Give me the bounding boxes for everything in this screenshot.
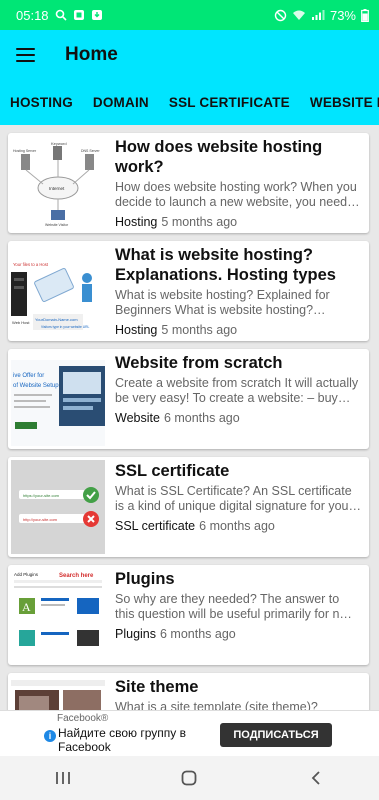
thumb-internet-label: Internet xyxy=(49,186,65,191)
post-time: 5 months ago xyxy=(161,215,238,229)
thumb-setup-label: of Website Setup xyxy=(13,383,59,389)
post-category[interactable]: Website xyxy=(115,411,160,425)
post-category[interactable]: Hosting xyxy=(115,215,157,229)
ad-subscribe-button[interactable]: ПОДПИСАТЬСЯ xyxy=(220,723,332,747)
tab-ssl-certificate[interactable]: SSL CERTIFICATE xyxy=(159,95,300,110)
tab-hosting[interactable]: HOSTING xyxy=(0,95,83,110)
post-title: SSL certificate xyxy=(115,462,230,480)
thumb-domain-label: YourDomain-Name.com xyxy=(35,317,78,322)
post-card[interactable]: Add Plugins Search here A Plugins So why… xyxy=(8,565,369,665)
thumb-hosting-server-label: Hosting Server xyxy=(13,149,37,153)
recent-apps-icon xyxy=(56,772,71,784)
thumb-dns-server-label: DNS Server xyxy=(81,149,101,153)
post-list: Keyword Hosting Server DNS Server Intern… xyxy=(0,125,379,710)
post-title: Website from scratch xyxy=(115,354,283,372)
plugins-image: Add Plugins Search here A xyxy=(11,568,105,662)
signal-icon xyxy=(311,10,325,20)
thumb-visitors-label: Visitors type in your website URL xyxy=(41,325,89,329)
post-meta: SSL certificate 6 months ago xyxy=(115,519,361,533)
post-thumbnail: Add Plugins Search here A xyxy=(11,568,105,662)
post-category[interactable]: Hosting xyxy=(115,323,157,337)
system-nav-bar xyxy=(0,756,379,800)
thumb-https-label: https://your-site.com xyxy=(23,493,60,498)
thumb-keyword-label: Keyword xyxy=(51,141,67,146)
status-time: 05:18 xyxy=(16,7,49,23)
post-thumbnail: Your files to a Host Web Host YourDomain… xyxy=(11,244,105,338)
post-category[interactable]: SSL certificate xyxy=(115,519,195,533)
theme-image xyxy=(11,676,105,710)
page-title: Home xyxy=(65,44,118,65)
status-bar: 05:18 73% xyxy=(0,0,379,30)
post-excerpt: So why are they needed? The answer to th… xyxy=(115,592,352,621)
battery-percent: 73% xyxy=(329,7,356,23)
post-thumbnail: ive Offer for of Website Setup xyxy=(11,352,105,446)
thumb-visitor-label: Website Visitor xyxy=(45,223,69,227)
hamburger-menu-icon[interactable] xyxy=(16,48,35,62)
post-card[interactable]: Keyword Hosting Server DNS Server Intern… xyxy=(8,133,369,233)
thumb-your-files-label: Your files to a Host xyxy=(13,262,49,267)
post-excerpt: Create a website from scratch It will ac… xyxy=(115,376,359,405)
post-meta: Hosting 5 months ago xyxy=(115,215,361,229)
back-icon xyxy=(311,771,320,785)
ssl-check-image: https://your-site.com http://your-site.c… xyxy=(11,460,105,554)
mute-icon xyxy=(274,9,287,21)
thumb-search-label: Search here xyxy=(59,573,94,579)
post-time: 6 months ago xyxy=(199,519,275,533)
hosting-diagram-image: Keyword Hosting Server DNS Server Intern… xyxy=(11,136,105,230)
download-notification-icon xyxy=(91,10,102,20)
post-excerpt: What is a site template (site theme)? xyxy=(115,700,318,710)
tab-website-builder[interactable]: WEBSITE B xyxy=(300,95,379,110)
thumb-web-host-label: Web Host xyxy=(12,320,30,325)
post-title: How does website hosting work? xyxy=(115,138,323,176)
wifi-icon xyxy=(292,10,305,20)
post-time: 6 months ago xyxy=(163,411,240,425)
recent-apps-button[interactable] xyxy=(43,763,83,793)
search-notification-icon xyxy=(55,9,67,21)
ad-text: Найдите свою группу в Facebook xyxy=(58,726,186,754)
post-meta: Website 6 months ago xyxy=(115,411,361,425)
post-title: Plugins xyxy=(115,570,175,588)
post-thumbnail: Keyword Hosting Server DNS Server Intern… xyxy=(11,136,105,230)
post-excerpt: What is SSL Certificate? An SSL certific… xyxy=(115,484,353,513)
hosting-types-image: Your files to a Host Web Host YourDomain… xyxy=(11,244,105,338)
home-icon xyxy=(182,770,197,786)
post-time: 5 months ago xyxy=(161,323,238,337)
message-notification-icon xyxy=(73,10,84,20)
post-card[interactable]: Your files to a Host Web Host YourDomain… xyxy=(8,241,369,341)
back-button[interactable] xyxy=(296,763,336,793)
post-category[interactable]: Plugins xyxy=(115,627,156,641)
category-tabs: HOSTING DOMAIN SSL CERTIFICATE WEBSITE B xyxy=(0,80,379,125)
app-bar: Home xyxy=(0,30,379,80)
post-meta: Hosting 5 months ago xyxy=(115,323,361,337)
post-title: Site theme xyxy=(115,678,199,696)
post-excerpt: How does website hosting work? When you … xyxy=(115,180,357,209)
post-time: 6 months ago xyxy=(160,627,236,641)
post-excerpt: What is website hosting? Explained for B… xyxy=(115,288,330,317)
post-thumbnail xyxy=(11,676,105,710)
ad-brand: Facebook® xyxy=(57,713,109,724)
battery-icon xyxy=(361,8,369,22)
thumb-plugins-title: Add Plugins xyxy=(14,572,39,577)
ad-info-icon[interactable]: i xyxy=(44,730,56,742)
home-button[interactable] xyxy=(169,763,209,793)
post-meta: Plugins 6 months ago xyxy=(115,627,361,641)
post-title: What is website hosting? Explanations. H… xyxy=(115,246,336,284)
post-thumbnail: https://your-site.com http://your-site.c… xyxy=(11,460,105,554)
thumb-offer-label: ive Offer for xyxy=(13,373,44,379)
post-card[interactable]: ive Offer for of Website Setup Website f… xyxy=(8,349,369,449)
svg-text:A: A xyxy=(22,600,31,614)
ad-banner[interactable]: Facebook® i Найдите свою группу в Facebo… xyxy=(0,710,379,756)
tab-domain[interactable]: DOMAIN xyxy=(83,95,159,110)
post-card[interactable]: https://your-site.com http://your-site.c… xyxy=(8,457,369,557)
website-setup-image: ive Offer for of Website Setup xyxy=(11,352,105,446)
thumb-http-label: http://your-site.com xyxy=(23,517,58,522)
post-card[interactable]: Site theme What is a site template (site… xyxy=(8,673,369,710)
